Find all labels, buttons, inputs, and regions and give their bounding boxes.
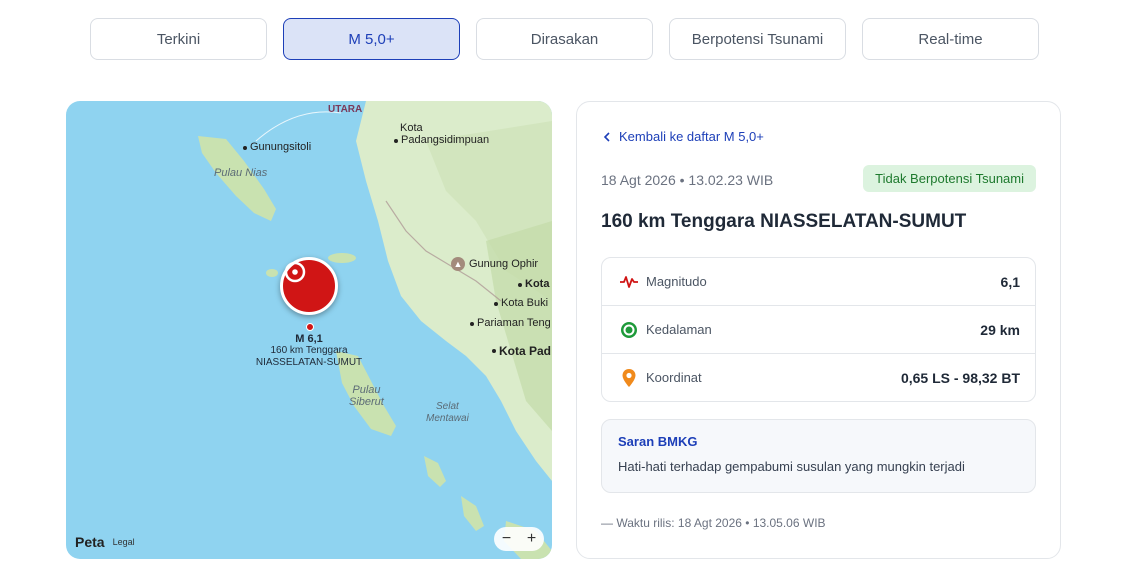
info-row-magnitude: Magnitudo 6,1 (602, 258, 1035, 306)
map-attribution: Peta Legal (75, 534, 135, 550)
tab-m5[interactable]: M 5,0+ (283, 18, 460, 60)
legal-link[interactable]: Legal (113, 537, 135, 547)
label-selat: Selat (436, 401, 459, 412)
coordinates-label: Koordinat (646, 370, 702, 385)
location-pin-icon (618, 367, 640, 389)
waveform-icon (618, 271, 640, 293)
label-padangsidimpuan: Padangsidimpuan (394, 134, 489, 146)
earthquake-map[interactable]: UTARA Gunungsitoli Pulau Nias Kota Padan… (66, 101, 552, 559)
label-pulau-siberut: Pulau Siberut (349, 384, 384, 408)
label-selat-mentawai: Selat Mentawai (426, 401, 469, 425)
label-pulau: Pulau (352, 384, 381, 396)
back-link-label: Kembali ke daftar M 5,0+ (619, 129, 764, 144)
label-kota-1: Kota (400, 122, 423, 134)
label-gunung-ophir: ▲ Gunung Ophir (451, 257, 538, 271)
epicenter-point (306, 323, 314, 331)
zoom-in-button[interactable]: + (527, 529, 536, 549)
tab-dirasakan[interactable]: Dirasakan (476, 18, 653, 60)
back-link[interactable]: Kembali ke daftar M 5,0+ (603, 129, 764, 144)
label-siberut: Siberut (349, 396, 384, 408)
tab-real-time[interactable]: Real-time (862, 18, 1039, 60)
label-kota-buki: Kota Buki (494, 297, 548, 309)
chevron-left-icon (603, 131, 610, 142)
zoom-control: − + (494, 527, 544, 551)
label-pulau-nias: Pulau Nias (214, 167, 268, 179)
label-kota-2: Kota (518, 278, 549, 290)
map-brand-text: Peta (75, 534, 105, 550)
epicenter-magnitude: M 6,1 (295, 333, 323, 345)
info-row-depth: Kedalaman 29 km (602, 306, 1035, 354)
coordinates-value: 0,65 LS - 98,32 BT (900, 369, 1020, 386)
category-tabs: Terkini M 5,0+ Dirasakan Berpotensi Tsun… (90, 18, 1039, 60)
bmkg-advice: Saran BMKG Hati-hati terhadap gempabumi … (601, 419, 1036, 493)
earthquake-detail-panel: Kembali ke daftar M 5,0+ 18 Agt 2026 • 1… (576, 101, 1061, 559)
label-utara: UTARA (328, 104, 363, 115)
tsunami-status-badge: Tidak Berpotensi Tsunami (863, 165, 1036, 192)
target-icon (618, 319, 640, 341)
label-kota-pad: Kota Pad (492, 344, 551, 358)
epicenter-location-2: NIASSELATAN-SUMUT (255, 357, 363, 368)
depth-value: 29 km (980, 321, 1020, 338)
magnitude-label: Magnitudo (646, 274, 707, 289)
tab-berpotensi-tsunami[interactable]: Berpotensi Tsunami (669, 18, 846, 60)
event-info-table: Magnitudo 6,1 Kedalaman 29 km Koordinat … (601, 257, 1036, 402)
epicenter-label: M 6,1 160 km Tenggara NIASSELATAN-SUMUT (242, 333, 376, 369)
label-mentawai: Mentawai (426, 413, 469, 424)
advice-text: Hati-hati terhadap gempabumi susulan yan… (618, 459, 965, 474)
event-datetime: 18 Agt 2026 • 13.02.23 WIB (601, 172, 774, 188)
label-pariaman: Pariaman Teng (470, 317, 551, 329)
info-row-coordinates: Koordinat 0,65 LS - 98,32 BT (602, 354, 1035, 401)
event-title: 160 km Tenggara NIASSELATAN-SUMUT (601, 211, 967, 232)
zoom-out-button[interactable]: − (502, 529, 511, 549)
epicenter-location-1: 160 km Tenggara (270, 345, 348, 356)
map-brand: Peta (75, 534, 105, 550)
magnitude-value: 6,1 (1000, 273, 1020, 290)
depth-label: Kedalaman (646, 322, 712, 337)
label-gunungsitoli: Gunungsitoli (243, 141, 311, 153)
release-time: — Waktu rilis: 18 Agt 2026 • 13.05.06 WI… (601, 516, 826, 530)
epicenter-target-icon (284, 261, 306, 283)
advice-heading: Saran BMKG (618, 434, 698, 449)
label-gunung-ophir-text: Gunung Ophir (469, 258, 539, 270)
epicenter-marker[interactable] (280, 257, 338, 315)
mountain-icon: ▲ (451, 257, 465, 271)
tab-terkini[interactable]: Terkini (90, 18, 267, 60)
